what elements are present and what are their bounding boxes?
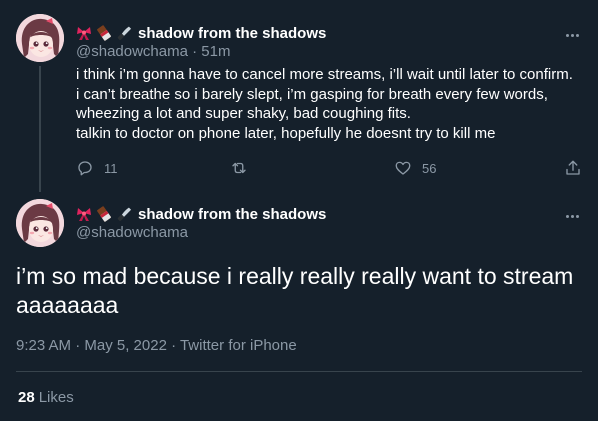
avatar[interactable] bbox=[16, 199, 64, 247]
parent-tweet[interactable]: shadow from the shadows @shadowchama · 5… bbox=[0, 0, 598, 192]
author-name-row[interactable]: shadow from the shadows bbox=[76, 24, 326, 42]
likes-label: Likes bbox=[38, 389, 74, 406]
author-handle[interactable]: @shadowchama bbox=[76, 224, 188, 241]
tweet-relative-time[interactable]: · 51m bbox=[192, 43, 230, 60]
heart-icon bbox=[395, 161, 411, 175]
kitchen-knife-icon bbox=[117, 207, 132, 222]
kitchen-knife-icon bbox=[117, 26, 132, 41]
main-tweet-text: i’m so mad because i really really reall… bbox=[16, 263, 574, 318]
tweet-text: i think i’m gonna have to cancel more st… bbox=[76, 65, 586, 143]
avatar[interactable] bbox=[16, 14, 64, 62]
author-display-name[interactable]: shadow from the shadows bbox=[138, 25, 326, 42]
more-options-button[interactable] bbox=[566, 205, 586, 225]
divider bbox=[16, 371, 582, 372]
ribbon-icon bbox=[77, 208, 91, 221]
author-handle[interactable]: @shadowchama bbox=[76, 43, 188, 60]
chocolate-bar-icon bbox=[97, 206, 111, 222]
share-icon bbox=[566, 160, 580, 175]
likes-count: 28 bbox=[18, 389, 35, 406]
reply-icon bbox=[78, 161, 92, 176]
tweet-text-line: i think i’m gonna have to cancel more st… bbox=[76, 66, 573, 83]
more-options-button[interactable] bbox=[566, 24, 586, 44]
like-button[interactable]: 56 bbox=[394, 156, 436, 180]
tweet-text-line: talkin to doctor on phone later, hopeful… bbox=[76, 124, 496, 142]
retweet-button[interactable] bbox=[230, 156, 258, 180]
thread-line bbox=[39, 66, 41, 192]
tweet-timestamp[interactable]: 9:23 AM · May 5, 2022 · Twitter for iPho… bbox=[16, 337, 297, 354]
reply-count: 11 bbox=[104, 160, 118, 176]
like-count: 56 bbox=[422, 160, 437, 176]
author-handle-line: @shadowchama · 51m bbox=[76, 43, 230, 60]
chocolate-bar-icon bbox=[97, 25, 111, 41]
ribbon-icon bbox=[77, 27, 91, 40]
tweet-text-line: wheezing a lot and super shaky, bad coug… bbox=[76, 105, 411, 123]
author-name-row[interactable]: shadow from the shadows bbox=[76, 205, 326, 223]
reply-button[interactable]: 11 bbox=[76, 156, 118, 180]
author-display-name[interactable]: shadow from the shadows bbox=[138, 206, 326, 223]
likes-stat[interactable]: 28 Likes bbox=[18, 389, 74, 406]
share-button[interactable] bbox=[564, 156, 582, 180]
tweet-actions: 11 56 bbox=[66, 156, 586, 180]
retweet-icon bbox=[232, 162, 246, 174]
tweet-text-line: i can’t breathe so i barely slept, i’m g… bbox=[76, 85, 548, 103]
